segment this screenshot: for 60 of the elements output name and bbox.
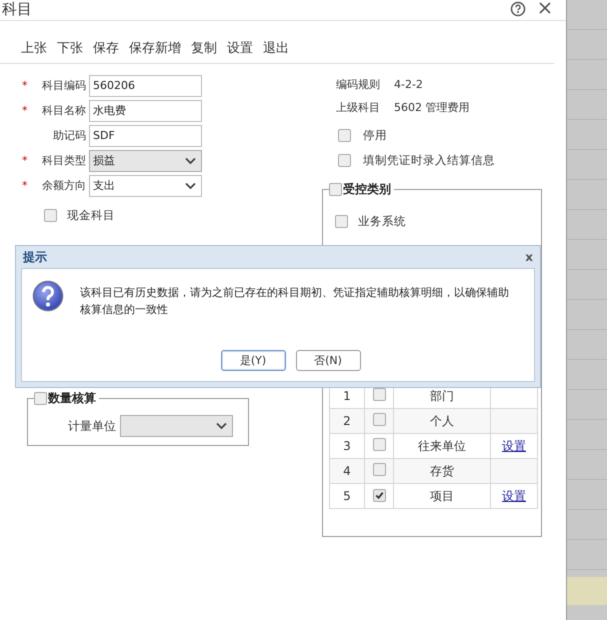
checkbox-label: 填制凭证时录入结算信息 — [363, 152, 495, 168]
chevron-down-icon — [216, 422, 227, 430]
required-mark: * — [22, 179, 28, 192]
toolbar-button[interactable]: 复制 — [191, 39, 217, 57]
required-mark: * — [22, 79, 28, 92]
table-cell: 存货 — [394, 458, 490, 484]
select-field[interactable]: 支出 — [89, 174, 202, 196]
dialog-button[interactable]: 否(N) — [296, 350, 360, 371]
dialog-message: 该科目已有历史数据，请为之前已存在的科目期初、凭证指定辅助核算明细，以确保辅助核算信息的一致性 — [80, 285, 510, 318]
field-label: 计量单位 — [68, 418, 116, 434]
toolbar-button[interactable]: 退出 — [263, 39, 289, 57]
chevron-down-icon — [185, 156, 196, 164]
checkbox-label: 现金科目 — [67, 208, 115, 223]
checkbox[interactable] — [372, 463, 386, 476]
checkbox[interactable] — [372, 388, 386, 401]
checkbox[interactable] — [372, 488, 386, 502]
info-value: 4-2-2 — [394, 78, 423, 91]
dialog-button[interactable]: 是(Y) — [220, 350, 286, 371]
checkbox[interactable] — [338, 154, 351, 166]
checkbox[interactable] — [329, 183, 342, 196]
required-mark: * — [22, 154, 28, 167]
field-label: 助记码 — [52, 128, 86, 143]
close-icon[interactable] — [538, 1, 552, 15]
toolbar-button[interactable]: 下张 — [57, 39, 83, 57]
checkbox[interactable] — [34, 392, 47, 405]
checkbox[interactable] — [44, 209, 57, 222]
table-cell: 个人 — [394, 408, 490, 434]
question-icon — [32, 280, 64, 312]
group-legend: 受控类别 — [343, 181, 391, 198]
group-legend: 数量核算 — [48, 390, 96, 407]
input-field[interactable]: SDF — [89, 124, 202, 146]
checkbox-label: 停用 — [363, 128, 387, 142]
toolbar-button[interactable]: 保存 — [93, 39, 119, 57]
input-field[interactable]: 560206 — [89, 74, 202, 96]
table-cell: 项目 — [394, 484, 490, 508]
field-label: 余额方向 — [41, 178, 86, 193]
checkbox[interactable] — [338, 128, 351, 142]
table-cell: 2 — [330, 408, 364, 434]
checkbox[interactable] — [372, 413, 386, 426]
toolbar-button[interactable]: 保存新增 — [129, 39, 181, 57]
toolbar-button[interactable]: 设置 — [227, 39, 253, 57]
close-button[interactable]: x — [525, 250, 533, 264]
checkbox-label: 业务系统 — [358, 214, 406, 229]
info-value: 5602 管理费用 — [394, 100, 470, 115]
required-mark: * — [22, 104, 28, 117]
table-cell: 4 — [330, 458, 364, 484]
dialog-title: 提示 — [23, 248, 47, 266]
field-label: 科目类型 — [41, 153, 86, 168]
field-label: 科目名称 — [41, 103, 86, 118]
table-cell: 5 — [330, 484, 364, 508]
window-title: 科目 — [2, 0, 32, 18]
field-label: 科目编码 — [41, 78, 86, 93]
checkbox[interactable] — [372, 438, 386, 451]
info-label: 编码规则 — [336, 77, 381, 92]
info-label: 上级科目 — [336, 100, 381, 115]
toolbar-button[interactable]: 上张 — [21, 39, 47, 57]
help-icon[interactable] — [510, 1, 526, 17]
chevron-down-icon — [185, 182, 196, 190]
input-field[interactable]: 水电费 — [89, 100, 202, 122]
checkbox[interactable] — [335, 215, 348, 228]
